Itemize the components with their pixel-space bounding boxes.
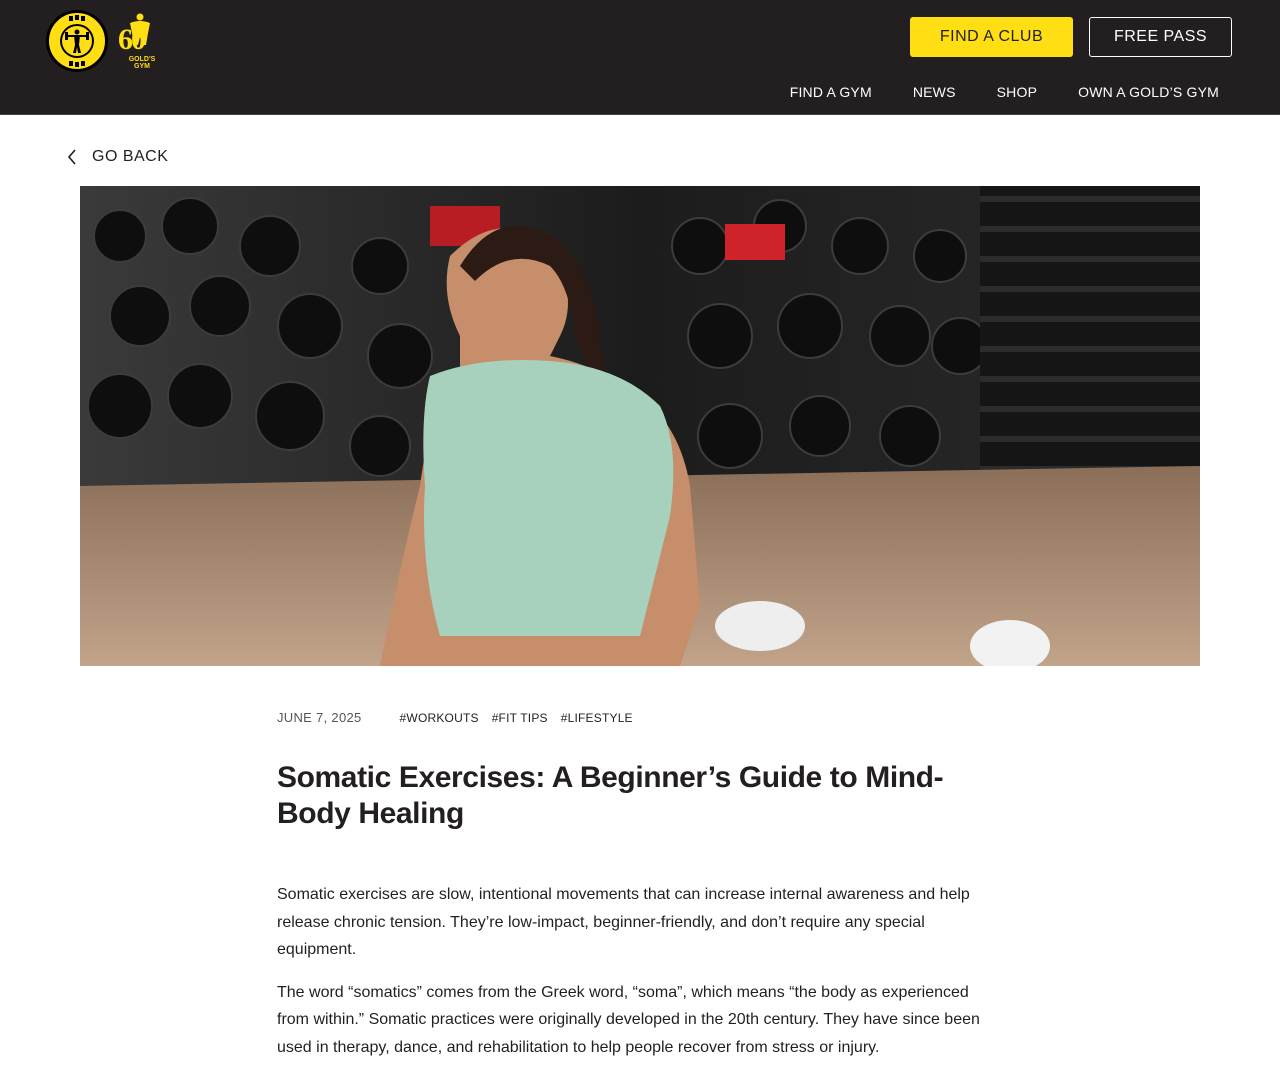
article-date: JUNE 7, 2025 [277, 710, 362, 725]
tag-fit-tips[interactable]: #FIT TIPS [492, 711, 548, 725]
go-back-link[interactable]: GO BACK [66, 148, 168, 166]
60-years-logo[interactable]: 60 GOLD'S GYM [116, 11, 170, 71]
free-pass-button[interactable]: FREE PASS [1089, 17, 1232, 57]
site-header: 60 GOLD'S GYM FIND A CLUB FREE PASS FIND… [0, 0, 1280, 115]
nav-shop[interactable]: SHOP [997, 84, 1037, 100]
go-back-label: GO BACK [92, 148, 169, 165]
article-paragraph: Somatic exercises are slow, intentional … [277, 886, 970, 958]
tag-lifestyle[interactable]: #LIFESTYLE [561, 711, 633, 725]
logo-group[interactable]: 60 GOLD'S GYM [46, 8, 170, 74]
hero-image [80, 186, 1200, 666]
golds-gym-logo[interactable] [46, 10, 108, 72]
nav-find-a-gym[interactable]: FIND A GYM [790, 84, 872, 100]
tag-workouts[interactable]: #WORKOUTS [400, 711, 479, 725]
main-nav: FIND A GYM NEWS SHOP OWN A GOLD’S GYM [790, 84, 1219, 100]
golds-gym-logo-icon [50, 14, 104, 68]
find-a-club-button[interactable]: FIND A CLUB [910, 17, 1073, 57]
article-meta: JUNE 7, 2025 #WORKOUTS #FIT TIPS #LIFEST… [277, 710, 646, 725]
article-body: Somatic exercises are slow, intentional … [277, 881, 1005, 1076]
article-title: Somatic Exercises: A Beginner’s Guide to… [277, 761, 944, 830]
chevron-left-icon [67, 149, 76, 165]
hero-photo-illustration [80, 186, 1200, 666]
article-paragraph: The word “somatics” comes from the Greek… [277, 983, 980, 1056]
nav-own-a-golds-gym[interactable]: OWN A GOLD’S GYM [1078, 84, 1219, 100]
logo-60-subtitle: GOLD'S GYM [128, 56, 156, 70]
logo-60-number: 60 [118, 23, 146, 56]
nav-news[interactable]: NEWS [913, 84, 956, 100]
